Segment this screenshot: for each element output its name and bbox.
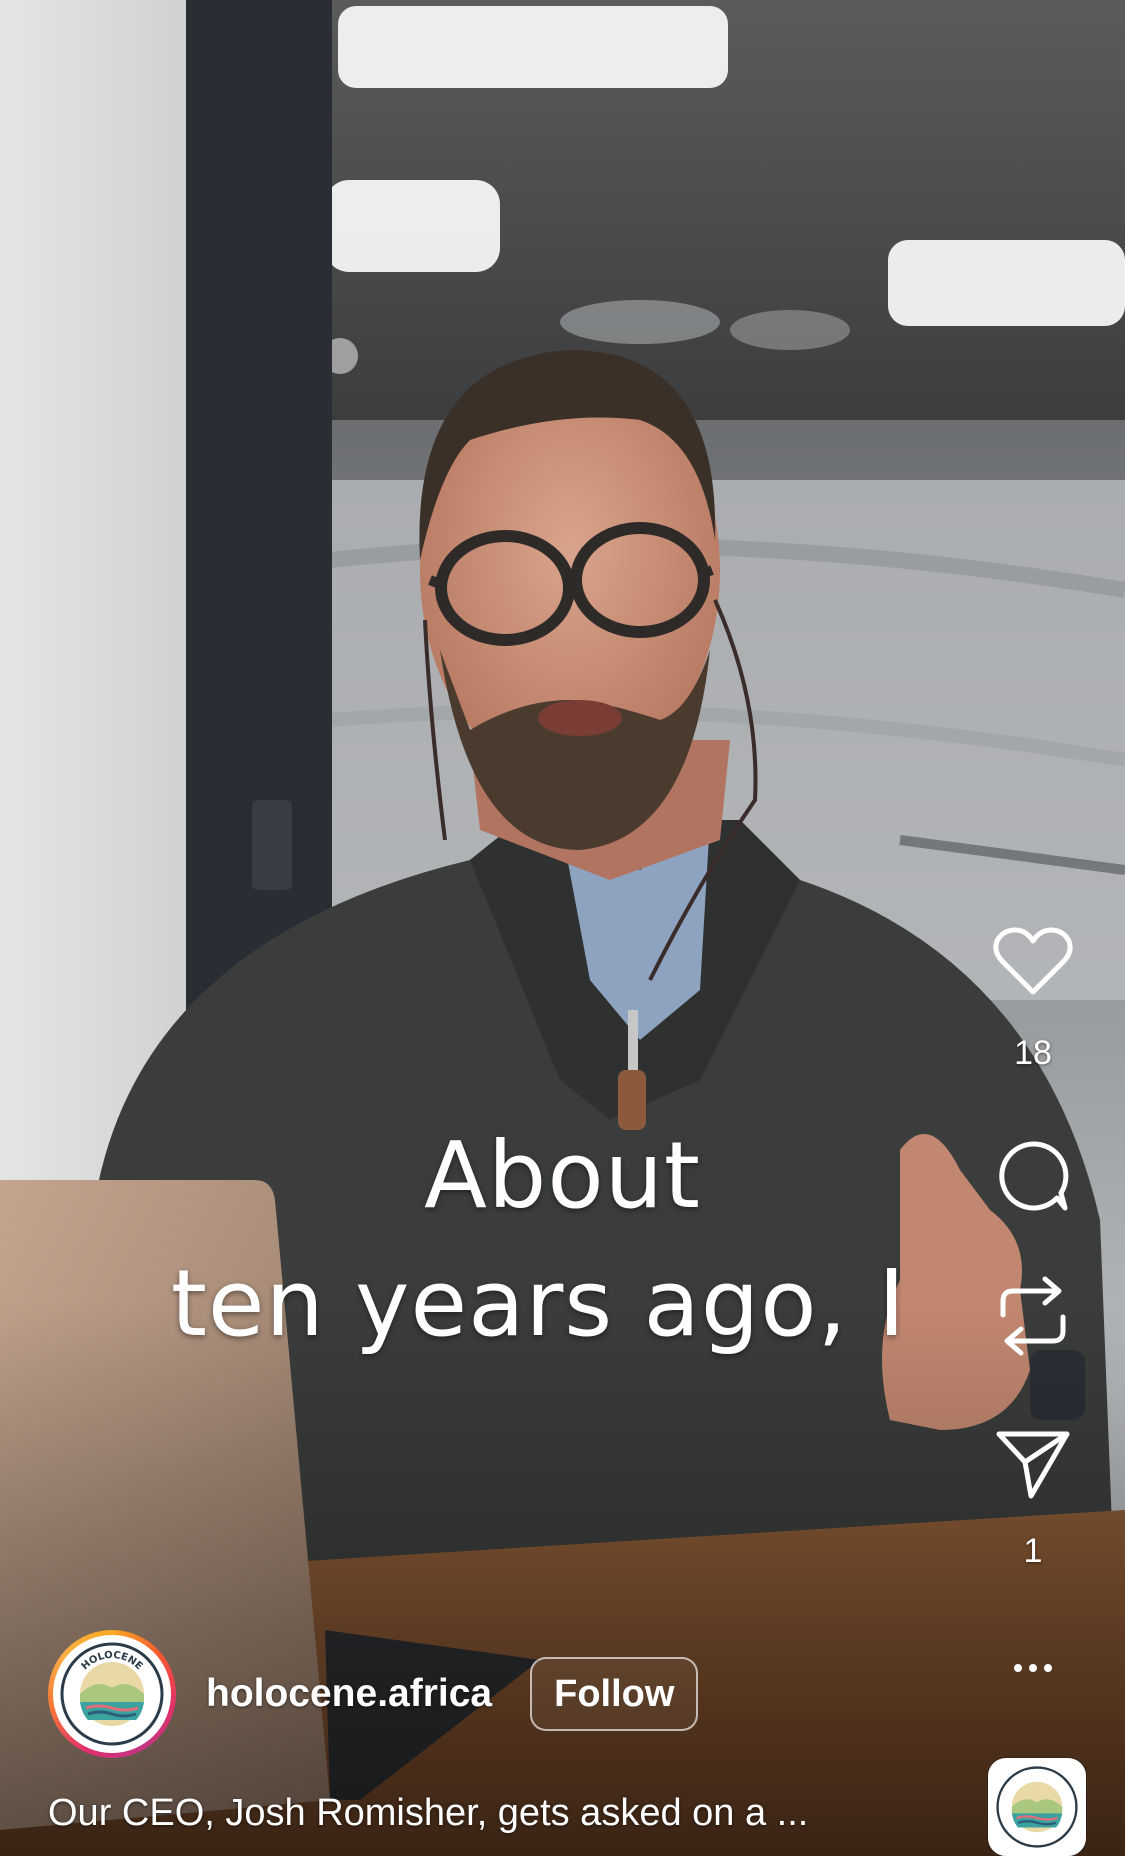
video-caption-line-1: About xyxy=(423,1122,701,1229)
post-caption[interactable]: Our CEO, Josh Romisher, gets asked on a … xyxy=(48,1792,808,1835)
audio-thumbnail[interactable] xyxy=(988,1758,1086,1856)
repost-icon xyxy=(1000,1276,1066,1356)
video-caption-line-2: ten years ago, I xyxy=(170,1250,907,1357)
author-row: HOLOCENE holocene.africa Follow xyxy=(48,1630,699,1758)
avatar[interactable]: HOLOCENE xyxy=(48,1630,176,1758)
like-button[interactable] xyxy=(990,922,1076,1002)
like-count: 18 xyxy=(1014,1034,1052,1072)
share-button[interactable] xyxy=(990,1424,1076,1504)
more-icon xyxy=(1014,1664,1022,1672)
send-icon xyxy=(996,1431,1070,1499)
video-frame-illustration xyxy=(0,0,1125,1856)
repost-button[interactable] xyxy=(990,1276,1076,1356)
comment-icon xyxy=(999,1141,1069,1211)
comment-button[interactable] xyxy=(990,1136,1076,1216)
reel-video[interactable] xyxy=(0,0,1125,1856)
heart-icon xyxy=(993,927,1073,995)
author-username[interactable]: holocene.africa xyxy=(206,1672,492,1716)
holocene-logo-icon: HOLOCENE xyxy=(60,1642,164,1746)
share-count: 1 xyxy=(1023,1532,1043,1570)
more-options-button[interactable] xyxy=(990,1648,1076,1688)
holocene-audio-logo-icon xyxy=(996,1766,1078,1848)
follow-button[interactable]: Follow xyxy=(530,1657,699,1731)
